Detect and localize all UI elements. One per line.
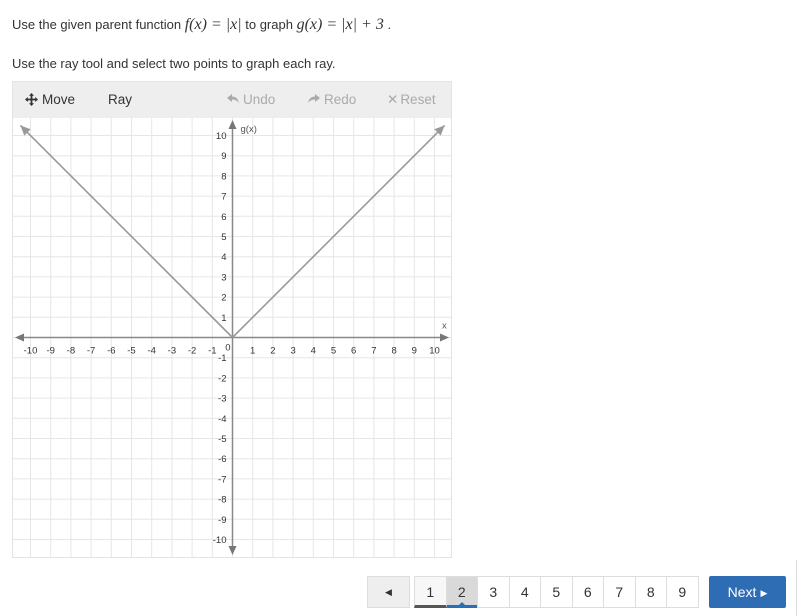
page-button[interactable]: 4 (508, 576, 541, 608)
x-axis-right-arrow (440, 333, 449, 342)
origin-label: 0 (225, 343, 230, 354)
move-button[interactable]: Move (25, 82, 75, 118)
page-button[interactable]: 7 (603, 576, 636, 608)
x-tick-label: 5 (331, 346, 336, 357)
x-tick-label: 6 (351, 346, 356, 357)
close-x-icon: ✕ (387, 92, 399, 107)
x-tick-label: 9 (412, 346, 417, 357)
y-tick-label: 2 (221, 293, 226, 304)
move-arrows-icon (25, 82, 38, 118)
parent-function: f(x) = |x| (184, 16, 242, 33)
x-axis-left-arrow (15, 333, 24, 342)
prompt-prefix: Use the given parent function (12, 17, 185, 32)
redo-button[interactable]: Redo (308, 82, 356, 118)
y-tick-label: -10 (213, 535, 227, 546)
ray-button[interactable]: Ray (108, 82, 132, 118)
y-tick-label: -6 (218, 454, 226, 465)
page-button[interactable]: 3 (477, 576, 510, 608)
y-tick-label: -5 (218, 434, 226, 445)
previous-page-button[interactable]: ◀ (367, 576, 410, 608)
y-tick-label: 8 (221, 171, 226, 182)
redo-arrow-icon (308, 82, 320, 118)
y-tick-label: 7 (221, 192, 226, 203)
y-tick-label: 1 (221, 313, 226, 324)
y-axis-top-arrow (228, 120, 237, 129)
y-tick-label: -9 (218, 515, 226, 526)
y-axis-label: g(x) (241, 124, 257, 135)
x-tick-label: -4 (147, 346, 155, 357)
next-arrow-icon: ▶ (760, 588, 768, 598)
page-button[interactable]: 6 (571, 576, 604, 608)
instruction-text: Use the ray tool and select two points t… (12, 56, 336, 71)
page-button[interactable]: 2 (445, 576, 478, 608)
graphing-tool: Move Ray Undo Redo ✕ Reset x g(x) -10 -9 -8-… (12, 81, 452, 558)
reset-button[interactable]: ✕ Reset (387, 82, 436, 118)
x-tick-label: 10 (429, 346, 440, 357)
x-tick-label: -8 (67, 346, 75, 357)
y-axis-bottom-arrow (228, 546, 237, 555)
next-button[interactable]: Next ▶ (709, 576, 786, 608)
divider (796, 560, 797, 616)
x-tick-label: 3 (290, 346, 295, 357)
target-function: g(x) = |x| + 3 (296, 16, 384, 33)
y-tick-label: -8 (218, 495, 226, 506)
reset-label: Reset (400, 92, 436, 107)
ray-line (19, 124, 234, 339)
page-button[interactable]: 8 (634, 576, 667, 608)
ray-label: Ray (108, 92, 133, 107)
undo-arrow-icon (227, 82, 239, 118)
x-tick-label: -3 (168, 346, 176, 357)
y-tick-label: 3 (221, 272, 226, 283)
undo-button[interactable]: Undo (227, 82, 275, 118)
x-tick-label: 1 (250, 346, 255, 357)
page-list: 123456789 (414, 576, 699, 608)
y-tick-label: -3 (218, 394, 226, 405)
x-tick-label: 7 (371, 346, 376, 357)
y-tick-label: 4 (221, 252, 226, 263)
y-tick-label: 9 (221, 151, 226, 162)
x-tick-label: -5 (127, 346, 135, 357)
graph-toolbar: Move Ray Undo Redo ✕ Reset (13, 82, 451, 118)
next-label: Next (727, 584, 757, 600)
move-label: Move (42, 92, 76, 107)
y-tick-label: -2 (218, 373, 226, 384)
y-tick-label: 5 (221, 232, 226, 243)
x-tick-label: -7 (87, 346, 95, 357)
page-button[interactable]: 1 (414, 576, 447, 608)
x-tick-label: -6 (107, 346, 115, 357)
x-tick-label: -9 (46, 346, 54, 357)
page-button[interactable]: 5 (540, 576, 573, 608)
y-tick-label: -4 (218, 414, 226, 425)
y-tick-label: -7 (218, 474, 226, 485)
prompt-middle: to graph (241, 17, 297, 32)
coordinate-plane[interactable]: xg(x) -10 -9 -8 -7 -6 -5 -4 -3 -2 -1 1 2 3 4 5 6 7 8 9 1010… (13, 118, 451, 557)
ray-line (231, 124, 446, 339)
y-tick-label: 10 (216, 131, 227, 142)
x-tick-label: 2 (270, 346, 275, 357)
x-tick-label: -10 (24, 346, 38, 357)
x-tick-label: 4 (311, 346, 316, 357)
page-button[interactable]: 9 (666, 576, 699, 608)
y-tick-label: -1 (218, 353, 226, 364)
question-prompt: Use the given parent function f(x) = |x|… (12, 16, 391, 34)
undo-label: Undo (243, 92, 276, 107)
x-tick-label: 8 (391, 346, 396, 357)
redo-label: Redo (324, 92, 357, 107)
x-tick-label: -2 (188, 346, 196, 357)
x-tick-label: -1 (208, 346, 216, 357)
x-axis-label: x (442, 321, 447, 332)
prompt-suffix: . (383, 17, 392, 32)
y-tick-label: 6 (221, 212, 226, 223)
